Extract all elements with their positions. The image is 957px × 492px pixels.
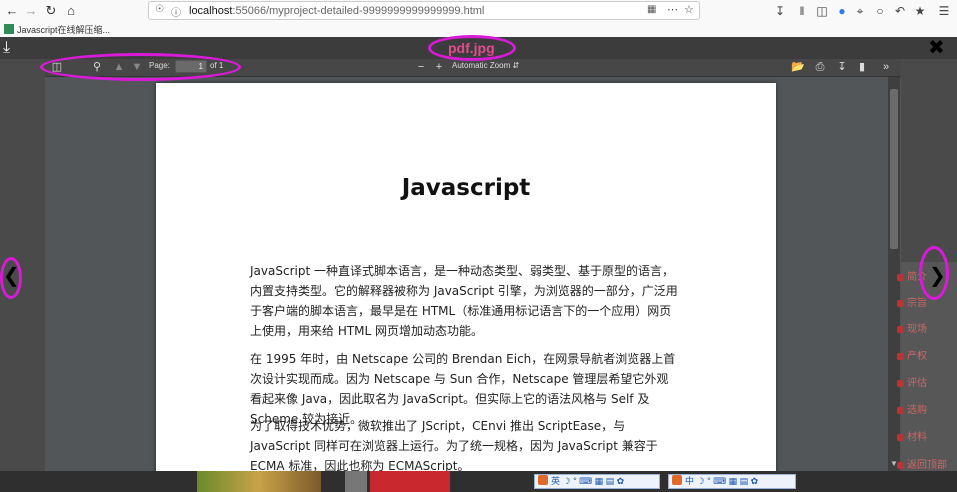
save-icon[interactable]: ↧: [835, 60, 849, 75]
next-arrow-icon[interactable]: ❯: [929, 264, 946, 288]
more-icon[interactable]: ⋯: [667, 3, 678, 16]
ime-mode-label: 中: [685, 476, 695, 486]
side-nav-item[interactable]: 宗旨: [893, 293, 949, 315]
shield-icon: ☉: [155, 4, 164, 15]
side-nav-item[interactable]: 材料: [893, 427, 949, 449]
library-icon[interactable]: ‖: [794, 3, 810, 19]
sidebar-toggle-icon[interactable]: ◫: [814, 3, 830, 19]
ime-mode-label: 英: [551, 476, 561, 486]
download-icon[interactable]: ⤓: [3, 39, 19, 57]
home-icon[interactable]: ⌂: [62, 2, 80, 20]
zoom-value: Automatic Zoom: [452, 61, 511, 70]
chevron-down-icon: ⇵: [512, 61, 520, 70]
tools-button[interactable]: »: [879, 60, 893, 75]
chat-icon[interactable]: ○: [872, 3, 888, 19]
bookmark-icon[interactable]: ▮: [855, 60, 869, 75]
previous-page-icon[interactable]: ▲: [113, 60, 125, 75]
pdf-viewer: Javascript JavaScript 一种直译式脚本语言，是一种动态类型、…: [45, 77, 901, 471]
scrollbar-thumb[interactable]: [890, 89, 898, 249]
side-nav-item[interactable]: 选购: [893, 400, 949, 422]
url-bar[interactable]: ☉ ⓘ localhost:55066/myproject-detailed-9…: [148, 1, 700, 20]
page-number-input[interactable]: 1: [175, 60, 207, 73]
bookmark-favicon-icon: [4, 24, 14, 34]
side-nav-item[interactable]: 产权: [893, 346, 949, 368]
zoom-select[interactable]: Automatic Zoom ⇵: [452, 61, 519, 70]
info-icon[interactable]: ⓘ: [171, 4, 181, 19]
document-title: Javascript: [401, 175, 531, 201]
lightbox-title: pdf.jpg: [448, 40, 495, 56]
bookmark-item[interactable]: Javascript在线解压缩...: [4, 23, 110, 36]
document-paragraph: JavaScript 一种直译式脚本语言，是一种动态类型、弱类型、基于原型的语言…: [250, 264, 678, 338]
reload-icon[interactable]: ↻: [42, 2, 60, 20]
zoom-out-button[interactable]: −: [415, 60, 427, 75]
pdf-toolbar: ◫ ⚲ ▲ ▼ Page: 1 of 1 − + Automatic Zoom …: [45, 59, 901, 77]
account-icon[interactable]: ●: [834, 3, 850, 19]
forward-icon[interactable]: →: [22, 2, 40, 20]
document-paragraph: 为了取得技术优势，微软推出了 JScript，CEnvi 推出 ScriptEa…: [250, 419, 658, 471]
qr-icon[interactable]: ▦: [647, 4, 656, 15]
bottom-content-strip: 英 ☽ ° ⌨ ▦ ▤ ✿ 中 ☽ ° ⌨ ▦ ▤ ✿: [0, 471, 957, 492]
page-label: Page:: [149, 61, 170, 70]
bookmark-label: Javascript在线解压缩...: [17, 25, 111, 35]
menu-icon[interactable]: ☰: [936, 3, 952, 19]
ime-toolbar-english[interactable]: 英 ☽ ° ⌨ ▦ ▤ ✿: [534, 474, 660, 489]
url-text: localhost:55066/myproject-detailed-99999…: [189, 5, 484, 17]
url-path: :55066/myproject-detailed-99999999999999…: [232, 5, 485, 17]
extension-icon[interactable]: ★: [912, 3, 928, 19]
zoom-in-button[interactable]: +: [433, 60, 445, 75]
browser-toolbar: ← → ↻ ⌂ ☉ ⓘ localhost:55066/myproject-de…: [0, 0, 957, 23]
print-icon[interactable]: ⎙: [813, 60, 827, 75]
side-nav-list: 简介 宗旨 现场 产权 评估 选购 材料 返回顶部: [889, 262, 957, 471]
thumbnail-image: [345, 471, 367, 492]
ime-toolbar-chinese[interactable]: 中 ☽ ° ⌨ ▦ ▤ ✿: [668, 474, 796, 489]
open-file-icon[interactable]: 📂: [791, 60, 805, 75]
close-icon[interactable]: ✖: [928, 38, 945, 58]
bookmarks-bar: Javascript在线解压缩...: [0, 22, 957, 38]
undo-icon[interactable]: ↶: [892, 3, 908, 19]
download-toolbar-icon[interactable]: ↧: [772, 3, 788, 19]
side-nav-item[interactable]: 评估: [893, 373, 949, 395]
star-icon[interactable]: ☆: [684, 3, 694, 16]
side-nav-item[interactable]: 现场: [893, 319, 949, 341]
previous-arrow-icon[interactable]: ❮: [3, 264, 20, 288]
lightbox-header: ⤓ pdf.jpg ✖: [0, 37, 957, 59]
thumbnail-image: [370, 471, 450, 492]
page-count: of 1: [210, 61, 224, 70]
sidebar-toggle-icon[interactable]: ◫: [51, 60, 63, 75]
pdf-page: Javascript JavaScript 一种直译式脚本语言，是一种动态类型、…: [156, 83, 776, 471]
ime-logo-icon: [538, 475, 548, 485]
url-host: localhost: [189, 5, 233, 17]
back-icon[interactable]: ←: [3, 2, 21, 20]
crop-icon[interactable]: ⌖: [852, 3, 868, 19]
search-icon[interactable]: ⚲: [91, 60, 103, 75]
next-page-icon[interactable]: ▼: [131, 60, 143, 75]
ime-logo-icon: [672, 475, 682, 485]
thumbnail-image: [197, 471, 321, 492]
